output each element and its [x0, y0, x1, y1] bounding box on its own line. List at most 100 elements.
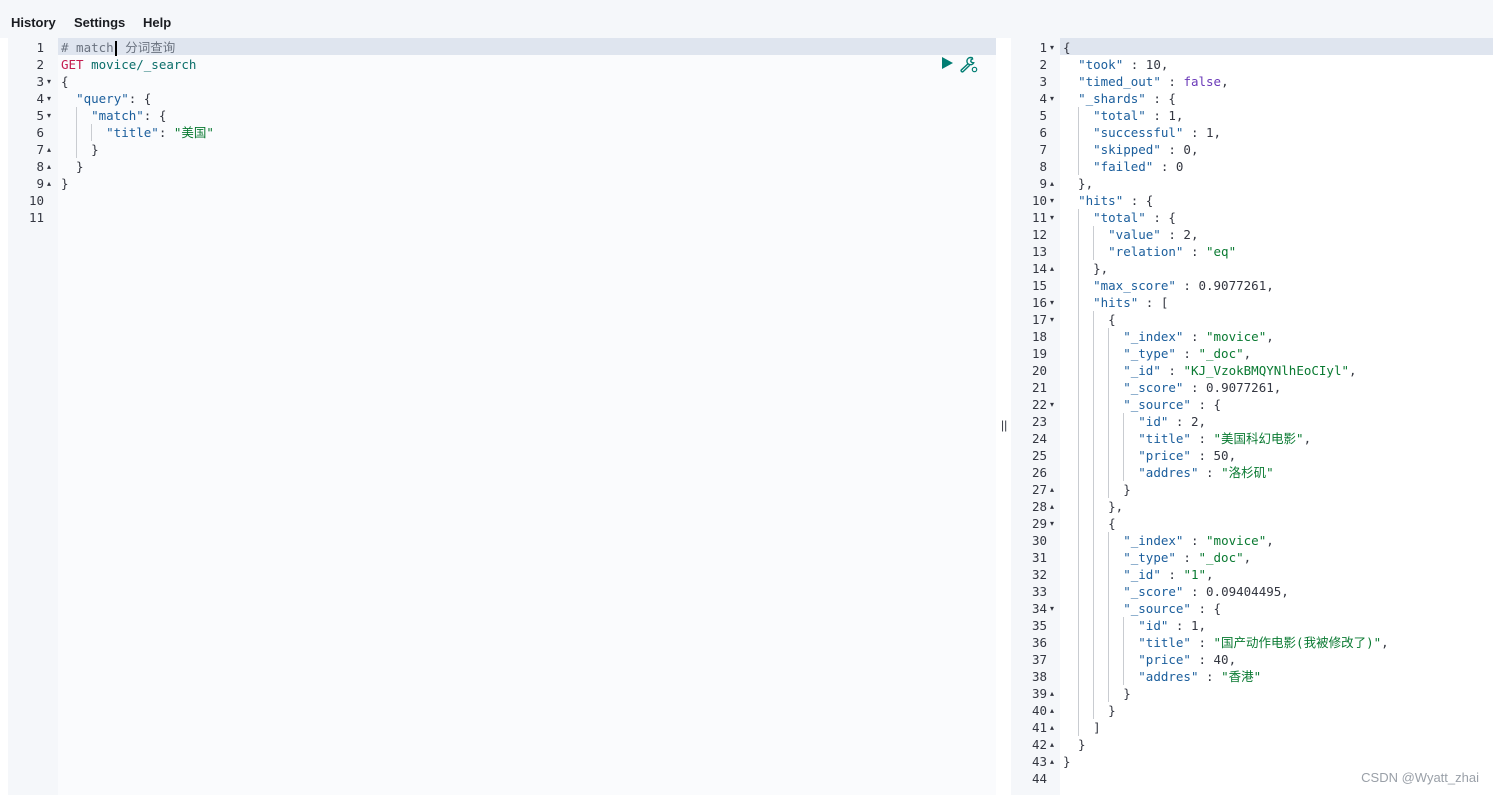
- code-token: ,: [1349, 363, 1357, 378]
- code-token: "香港": [1221, 669, 1262, 684]
- indent-guide: [1093, 362, 1095, 379]
- menu-settings[interactable]: Settings: [74, 15, 125, 30]
- fold-open-icon[interactable]: ▾: [1050, 311, 1054, 328]
- code-token: : {: [128, 91, 152, 106]
- fold-close-icon[interactable]: ▴: [1050, 175, 1054, 192]
- code-line: "_score" : 0.09404495,: [1063, 583, 1289, 600]
- code-token: ,: [1381, 635, 1389, 650]
- line-number: 3: [1039, 74, 1047, 89]
- fold-close-icon[interactable]: ▴: [1050, 260, 1054, 277]
- fold-close-icon[interactable]: ▴: [1050, 702, 1054, 719]
- indent-guide: [1123, 668, 1125, 685]
- line-number: 17: [1031, 312, 1047, 327]
- fold-open-icon[interactable]: ▾: [1050, 294, 1054, 311]
- menu-history[interactable]: History: [11, 15, 56, 30]
- fold-open-icon[interactable]: ▾: [1050, 515, 1054, 532]
- indent-guide: [1093, 549, 1095, 566]
- fold-open-icon[interactable]: ▾: [1050, 39, 1054, 56]
- fold-close-icon[interactable]: ▴: [1050, 719, 1054, 736]
- fold-open-icon[interactable]: ▾: [47, 107, 51, 124]
- code-line: "_index" : "movice",: [1063, 532, 1274, 549]
- line-number: 13: [1031, 244, 1047, 259]
- code-token: "addres": [1138, 465, 1199, 480]
- request-code-area[interactable]: # match 分词查询 GET movice/_search{ "query":…: [58, 38, 996, 795]
- line-number: 28: [1031, 499, 1047, 514]
- fold-open-icon[interactable]: ▾: [1050, 90, 1054, 107]
- code-token: : 50,: [1190, 448, 1237, 463]
- fold-close-icon[interactable]: ▴: [1050, 753, 1054, 770]
- indent-guide: [1093, 413, 1095, 430]
- indent-guide: [1123, 430, 1125, 447]
- code-token: "hits": [1078, 193, 1124, 208]
- indent-guide: [1078, 464, 1080, 481]
- fold-close-icon[interactable]: ▴: [1050, 481, 1054, 498]
- code-token: : {: [1145, 210, 1176, 225]
- fold-close-icon[interactable]: ▴: [1050, 736, 1054, 753]
- indent-guide: [1093, 515, 1095, 532]
- indent-guide: [1093, 498, 1095, 515]
- fold-close-icon[interactable]: ▴: [1050, 498, 1054, 515]
- code-line: "relation" : "eq": [1063, 243, 1236, 260]
- fold-open-icon[interactable]: ▾: [47, 73, 51, 90]
- request-editor[interactable]: 1 2 3 ▾ 4 ▾ 5 ▾ 6 7 ▴ 8 ▴ 9 ▴ 10 11 # match 分词查询 GET movi…: [8, 38, 996, 795]
- indent-guide: [1078, 141, 1080, 158]
- indent-guide: [76, 124, 78, 141]
- code-token: : 0.9077261,: [1175, 278, 1274, 293]
- code-token: "_index": [1123, 533, 1184, 548]
- indent-guide: [1078, 396, 1080, 413]
- code-token: : 0.09404495,: [1183, 584, 1289, 599]
- code-token: "_type": [1123, 550, 1176, 565]
- fold-close-icon[interactable]: ▴: [47, 175, 51, 192]
- fold-open-icon[interactable]: ▾: [1050, 209, 1054, 226]
- fold-close-icon[interactable]: ▴: [47, 141, 51, 158]
- line-number: 19: [1031, 346, 1047, 361]
- code-line: "total" : {: [1063, 209, 1176, 226]
- fold-close-icon[interactable]: ▴: [1050, 685, 1054, 702]
- code-token: ,: [1303, 431, 1312, 446]
- code-token: :: [1175, 550, 1199, 565]
- code-token: :: [1160, 567, 1184, 582]
- fold-open-icon[interactable]: ▾: [1050, 396, 1054, 413]
- code-token: "title": [106, 125, 159, 140]
- code-token: }: [61, 159, 84, 174]
- fold-open-icon[interactable]: ▾: [1050, 600, 1054, 617]
- response-code-area[interactable]: { "took" : 10, "timed_out" : false, "_sh…: [1060, 38, 1493, 795]
- code-token: :: [1175, 346, 1199, 361]
- code-token: "_id": [1123, 363, 1161, 378]
- indent-guide: [1078, 328, 1080, 345]
- line-number: 33: [1031, 584, 1047, 599]
- indent-guide: [1123, 464, 1125, 481]
- code-token: {: [61, 74, 69, 89]
- code-line: }: [1063, 736, 1086, 753]
- code-token: : 1,: [1145, 108, 1184, 123]
- code-token: :: [158, 125, 174, 140]
- indent-guide: [1078, 651, 1080, 668]
- indent-guide: [1078, 379, 1080, 396]
- indent-guide: [1078, 362, 1080, 379]
- fold-open-icon[interactable]: ▾: [1050, 192, 1054, 209]
- pane-resizer[interactable]: ||: [998, 38, 1009, 795]
- code-line: GET movice/_search: [61, 56, 196, 73]
- fold-open-icon[interactable]: ▾: [47, 90, 51, 107]
- code-line: }: [1063, 753, 1071, 770]
- indent-guide: [1078, 600, 1080, 617]
- indent-guide: [1078, 719, 1080, 736]
- code-token: : 0.9077261,: [1183, 380, 1282, 395]
- code-token: : 2,: [1168, 414, 1207, 429]
- code-token: "id": [1138, 414, 1169, 429]
- line-number: 1: [1039, 40, 1047, 55]
- response-viewer[interactable]: 1 ▾ 2 3 4 ▾ 5 6 7 8 9 ▴ 10 ▾ 11 ▾ 12 13 14 ▴ 15 16 ▾ 17 ▾ 18 19 20 2…: [1011, 38, 1493, 795]
- indent-guide: [1108, 481, 1110, 498]
- menu-help[interactable]: Help: [143, 15, 171, 30]
- fold-close-icon[interactable]: ▴: [47, 158, 51, 175]
- code-line: "price" : 50,: [1063, 447, 1236, 464]
- play-icon[interactable]: [942, 57, 953, 69]
- wrench-icon[interactable]: [958, 55, 978, 73]
- indent-guide: [1093, 226, 1095, 243]
- line-number: 38: [1031, 669, 1047, 684]
- code-token: {: [1063, 40, 1071, 55]
- code-token: "match": [91, 108, 144, 123]
- indent-guide: [1093, 634, 1095, 651]
